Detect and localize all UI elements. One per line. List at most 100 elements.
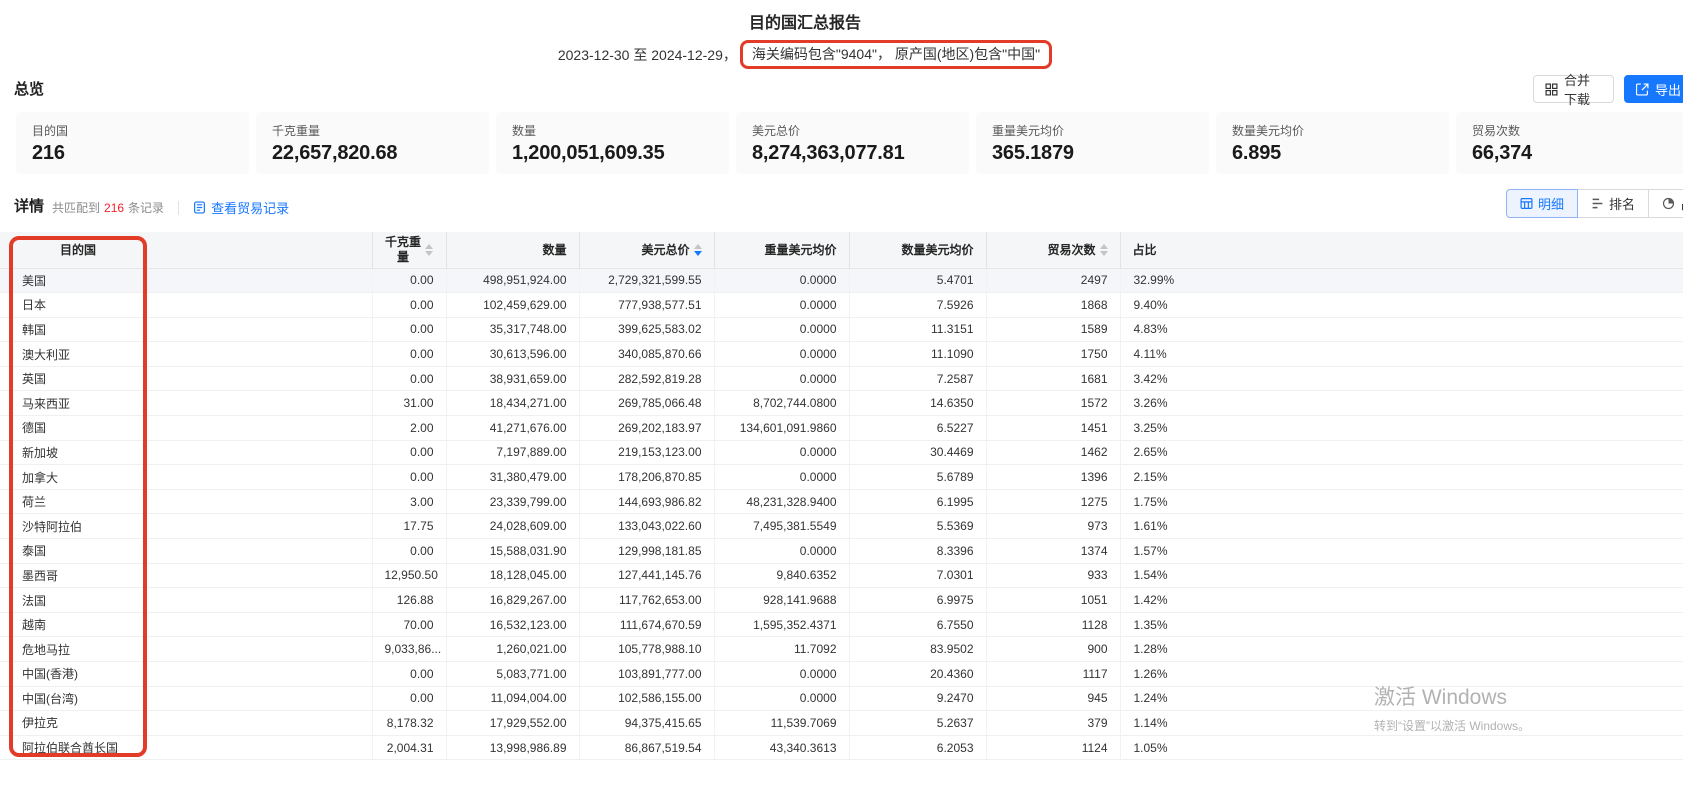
value-cell: 0.00	[372, 539, 446, 564]
value-cell: 0.0000	[714, 342, 849, 367]
value-cell: 5.6789	[849, 465, 986, 490]
sort-carets-icon[interactable]	[694, 244, 702, 256]
tab-排名[interactable]: 排名	[1577, 189, 1649, 218]
country-cell: 中国(台湾)	[0, 686, 372, 711]
table-row[interactable]: 韩国0.0035,317,748.00399,625,583.020.00001…	[0, 317, 1683, 342]
value-cell: 18,434,271.00	[446, 391, 579, 416]
value-cell: 1.14%	[1120, 711, 1683, 736]
table-row[interactable]: 澳大利亚0.0030,613,596.00340,085,870.660.000…	[0, 342, 1683, 367]
detail-heading: 详情	[14, 195, 44, 216]
table-row[interactable]: 加拿大0.0031,380,479.00178,206,870.850.0000…	[0, 465, 1683, 490]
value-cell: 0.00	[372, 662, 446, 687]
value-cell: 0.00	[372, 317, 446, 342]
country-cell: 危地马拉	[0, 637, 372, 662]
view-trade-records-link[interactable]: 查看贸易记录	[193, 198, 289, 217]
value-cell: 133,043,022.60	[579, 514, 714, 539]
ranking-icon	[1591, 197, 1604, 210]
merge-download-label: 合并下载	[1564, 70, 1602, 108]
filter-annotation-box: 海关编码包含"9404"， 原产国(地区)包含"中国"	[740, 40, 1052, 69]
value-cell: 1868	[986, 293, 1120, 318]
card-label: 贸易次数	[1472, 122, 1673, 139]
export-button[interactable]: 导出	[1624, 75, 1683, 103]
column-label: 目的国	[60, 243, 96, 257]
country-cell: 韩国	[0, 317, 372, 342]
table-row[interactable]: 泰国0.0015,588,031.90129,998,181.850.00008…	[0, 539, 1683, 564]
value-cell: 973	[986, 514, 1120, 539]
value-cell: 1,260,021.00	[446, 637, 579, 662]
value-cell: 8.3396	[849, 539, 986, 564]
table-header: 目的国千克重量数量美元总价重量美元均价数量美元均价贸易次数占比	[0, 232, 1683, 268]
table-row[interactable]: 危地马拉9,033,86...1,260,021.00105,778,988.1…	[0, 637, 1683, 662]
country-cell: 新加坡	[0, 440, 372, 465]
value-cell: 41,271,676.00	[446, 416, 579, 441]
table-row[interactable]: 中国(台湾)0.0011,094,004.00102,586,155.000.0…	[0, 686, 1683, 711]
value-cell: 17,929,552.00	[446, 711, 579, 736]
value-cell: 11,094,004.00	[446, 686, 579, 711]
value-cell: 1124	[986, 735, 1120, 760]
value-cell: 2,004.31	[372, 735, 446, 760]
value-cell: 0.0000	[714, 317, 849, 342]
value-cell: 1396	[986, 465, 1120, 490]
value-cell: 498,951,924.00	[446, 268, 579, 293]
table-row[interactable]: 阿拉伯联合酋长国2,004.3113,998,986.8986,867,519.…	[0, 735, 1683, 760]
table-row[interactable]: 马来西亚31.0018,434,271.00269,785,066.488,70…	[0, 391, 1683, 416]
value-cell: 111,674,670.59	[579, 612, 714, 637]
value-cell: 0.0000	[714, 268, 849, 293]
report-header: 目的国汇总报告 2023-12-30 至 2024-12-29， 海关编码包含"…	[0, 0, 1610, 69]
table-row[interactable]: 日本0.00102,459,629.00777,938,577.510.0000…	[0, 293, 1683, 318]
value-cell: 83.9502	[849, 637, 986, 662]
table-row[interactable]: 美国0.00498,951,924.002,729,321,599.550.00…	[0, 268, 1683, 293]
column-header-4: 重量美元均价	[714, 232, 849, 268]
value-cell: 0.00	[372, 686, 446, 711]
value-cell: 777,938,577.51	[579, 293, 714, 318]
report-subtitle: 2023-12-30 至 2024-12-29， 海关编码包含"9404"， 原…	[0, 40, 1610, 69]
table-row[interactable]: 中国(香港)0.005,083,771.00103,891,777.000.00…	[0, 662, 1683, 687]
table-row[interactable]: 法国126.8816,829,267.00117,762,653.00928,1…	[0, 588, 1683, 613]
card-label: 千克重量	[272, 122, 473, 139]
value-cell: 70.00	[372, 612, 446, 637]
overview-card-0: 目的国216	[16, 112, 249, 174]
country-cell: 美国	[0, 268, 372, 293]
value-cell: 1.26%	[1120, 662, 1683, 687]
column-label: 贸易次数	[1047, 241, 1095, 258]
value-cell: 1589	[986, 317, 1120, 342]
table-row[interactable]: 德国2.0041,271,676.00269,202,183.97134,601…	[0, 416, 1683, 441]
merge-download-button[interactable]: 合并下载	[1533, 75, 1614, 103]
table-row[interactable]: 沙特阿拉伯17.7524,028,609.00133,043,022.607,4…	[0, 514, 1683, 539]
value-cell: 1.05%	[1120, 735, 1683, 760]
overview-card-4: 重量美元均价365.1879	[976, 112, 1209, 174]
sort-carets-icon[interactable]	[1100, 244, 1108, 256]
value-cell: 0.00	[372, 268, 446, 293]
value-cell: 30.4469	[849, 440, 986, 465]
column-header-6[interactable]: 贸易次数	[986, 232, 1120, 268]
table-row[interactable]: 荷兰3.0023,339,799.00144,693,986.8248,231,…	[0, 489, 1683, 514]
country-cell: 伊拉克	[0, 711, 372, 736]
column-header-3[interactable]: 美元总价	[579, 232, 714, 268]
table-row[interactable]: 墨西哥12,950.5018,128,045.00127,441,145.769…	[0, 563, 1683, 588]
column-label: 美元总价	[641, 241, 689, 258]
value-cell: 0.00	[372, 440, 446, 465]
table-row[interactable]: 英国0.0038,931,659.00282,592,819.280.00007…	[0, 366, 1683, 391]
overview-card-3: 美元总价8,274,363,077.81	[736, 112, 969, 174]
value-cell: 127,441,145.76	[579, 563, 714, 588]
value-cell: 928,141.9688	[714, 588, 849, 613]
table-row[interactable]: 越南70.0016,532,123.00111,674,670.591,595,…	[0, 612, 1683, 637]
sort-carets-icon[interactable]	[425, 244, 433, 256]
value-cell: 6.9975	[849, 588, 986, 613]
value-cell: 9.40%	[1120, 293, 1683, 318]
value-cell: 1750	[986, 342, 1120, 367]
value-cell: 7,197,889.00	[446, 440, 579, 465]
table-row[interactable]: 伊拉克8,178.3217,929,552.0094,375,415.6511,…	[0, 711, 1683, 736]
value-cell: 4.11%	[1120, 342, 1683, 367]
tab-占比[interactable]: 占比	[1648, 189, 1683, 218]
value-cell: 11,539.7069	[714, 711, 849, 736]
view-trade-records-label: 查看贸易记录	[211, 198, 289, 217]
column-header-1[interactable]: 千克重量	[372, 232, 446, 268]
overview-heading: 总览	[14, 78, 44, 99]
value-cell: 6.2053	[849, 735, 986, 760]
table-row[interactable]: 新加坡0.007,197,889.00219,153,123.000.00003…	[0, 440, 1683, 465]
tab-明细[interactable]: 明细	[1506, 189, 1578, 218]
country-cell: 加拿大	[0, 465, 372, 490]
value-cell: 0.0000	[714, 686, 849, 711]
date-range: 2023-12-30 至 2024-12-29，	[558, 45, 737, 65]
